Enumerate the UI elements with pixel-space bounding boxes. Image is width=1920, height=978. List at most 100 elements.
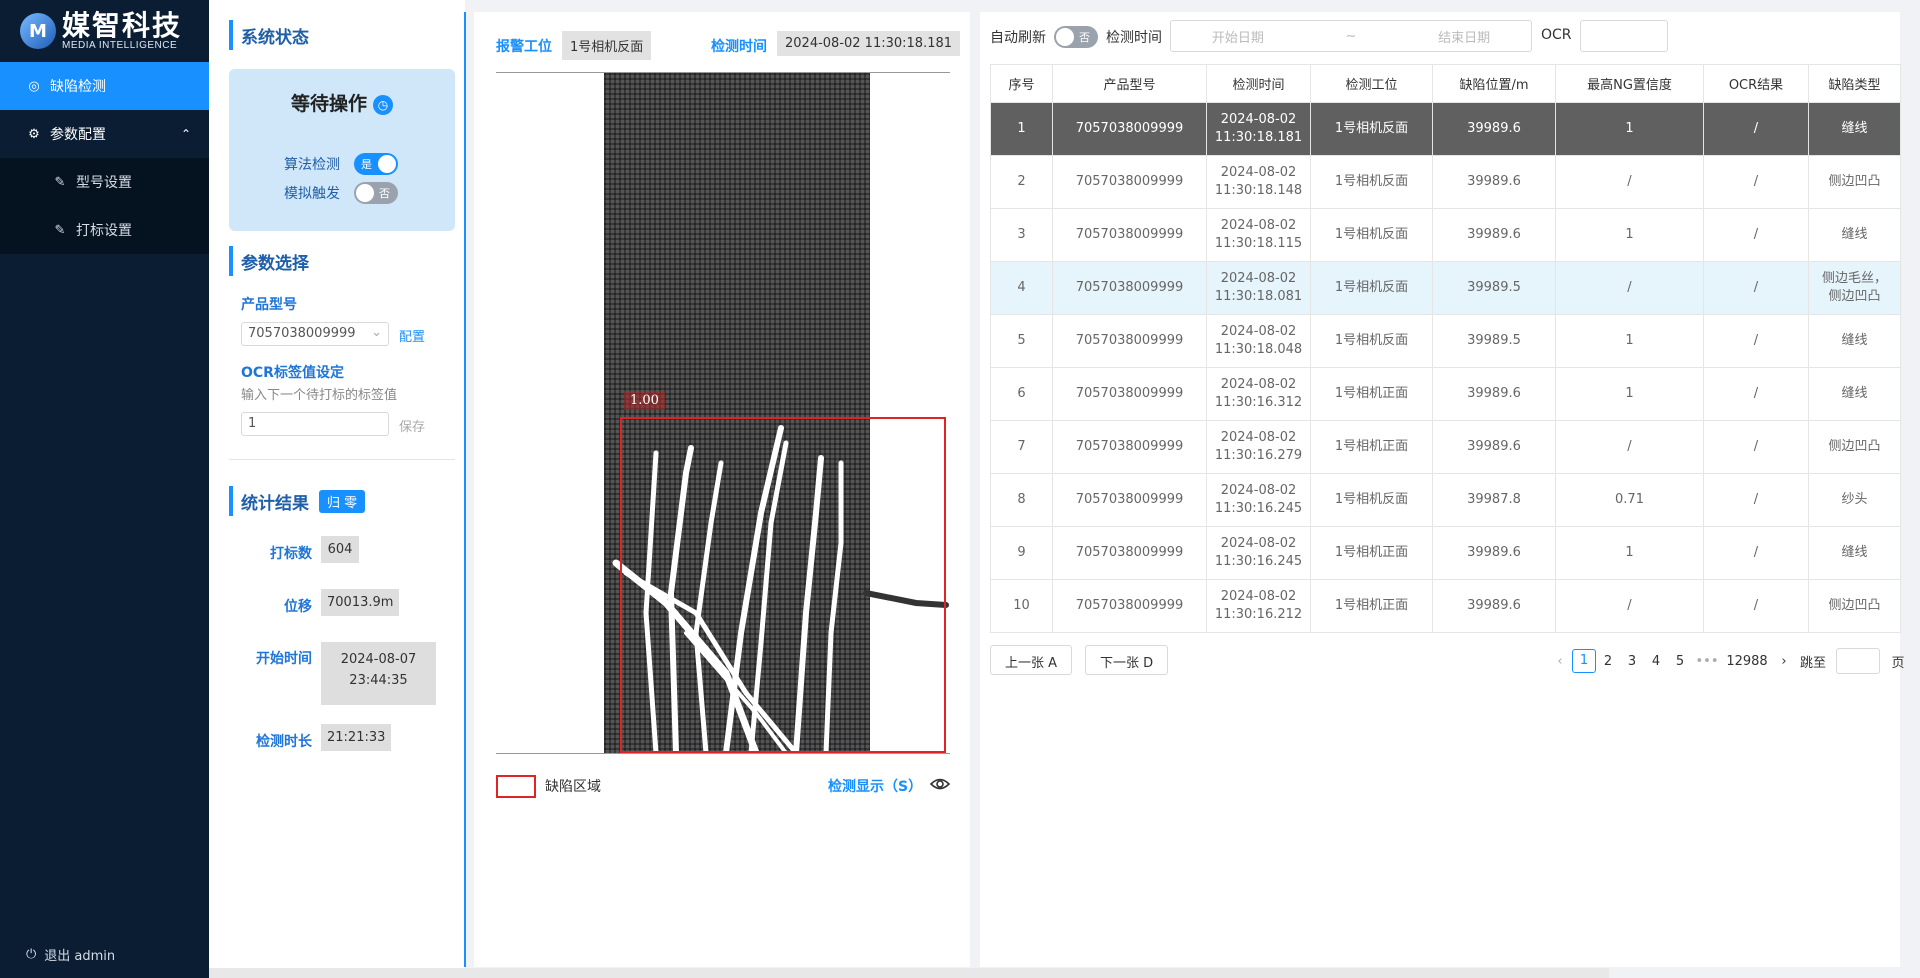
cell-text: 9 [1017, 545, 1026, 560]
table-cell: 10 [990, 579, 1053, 633]
cell-text: 39987.8 [1467, 492, 1521, 507]
table-row[interactable]: 6 7057038009999 2024-08-02 11:30:16.312 1号相机… [990, 367, 1901, 421]
page-number[interactable]: 3 [1620, 654, 1644, 669]
column-header[interactable]: 最高NG置信度 [1555, 64, 1704, 103]
start-date-input[interactable]: 开始日期 [1212, 27, 1264, 46]
cell-text: 8 [1017, 492, 1026, 507]
table-row[interactable]: 10 7057038009999 2024-08-02 11:30:16.212 1号相… [990, 579, 1901, 633]
sim-switch[interactable]: 否 [354, 182, 398, 204]
table-row[interactable]: 7 7057038009999 2024-08-02 11:30:16.279 1号相机… [990, 420, 1901, 474]
chevron-down-icon: ⌄ [371, 325, 382, 340]
column-header[interactable]: 缺陷类型 [1808, 64, 1901, 103]
page-number[interactable]: 2 [1596, 654, 1620, 669]
column-header[interactable]: 缺陷位置/m [1432, 64, 1556, 103]
sidebar-item-model-settings[interactable]: ✎ 型号设置 [0, 158, 209, 206]
table-cell: 39989.5 [1432, 314, 1556, 368]
cell-text: 39989.5 [1467, 333, 1521, 348]
column-header[interactable]: 检测时间 [1206, 64, 1311, 103]
cell-text: 7057038009999 [1075, 439, 1184, 454]
column-header[interactable]: 产品型号 [1052, 64, 1207, 103]
table-cell: 缝线 [1808, 208, 1901, 262]
table-cell: 39989.6 [1432, 526, 1556, 580]
cell-text: 3 [1017, 227, 1026, 242]
config-link[interactable]: 配置 [399, 326, 425, 345]
section-system-status: 系统状态 [229, 20, 309, 50]
mark-count-value: 604 [321, 536, 359, 563]
jump-page-input[interactable] [1836, 648, 1880, 674]
ocr-filter-input[interactable] [1580, 20, 1668, 52]
cell-text: / [1753, 386, 1759, 401]
table-row[interactable]: 1 7057038009999 2024-08-02 11:30:18.181 1号相机… [990, 102, 1901, 156]
cell-text: 10 [1013, 598, 1030, 613]
table-row[interactable]: 5 7057038009999 2024-08-02 11:30:18.048 1号相机… [990, 314, 1901, 368]
table-cell: 9 [990, 526, 1053, 580]
date-range-picker[interactable]: 开始日期 ~ 结束日期 [1170, 20, 1532, 52]
page-number[interactable]: 4 [1644, 654, 1668, 669]
horizontal-scrollbar[interactable] [209, 968, 1609, 978]
ocr-input[interactable]: 1 [241, 412, 389, 436]
algo-switch[interactable]: 是 [354, 153, 398, 175]
cell-text: 2024-08-02 [1220, 218, 1297, 233]
algo-switch-text: 是 [361, 158, 372, 171]
table-row[interactable]: 4 7057038009999 2024-08-02 11:30:18.081 1号相机… [990, 261, 1901, 315]
start-time: 23:44:35 [349, 673, 408, 688]
table-cell: 2024-08-02 11:30:18.048 [1206, 314, 1311, 368]
table-cell: 39989.5 [1432, 261, 1556, 315]
column-header[interactable]: 检测工位 [1310, 64, 1433, 103]
product-select[interactable]: 7057038009999 ⌄ [241, 322, 389, 346]
sidebar-item-param-config[interactable]: ⚙ 参数配置 ⌃ [0, 110, 209, 158]
cell-text: 1号相机反面 [1334, 121, 1409, 136]
prev-image-button[interactable]: 上一张 A [990, 645, 1073, 675]
end-date-input[interactable]: 结束日期 [1438, 27, 1490, 46]
expand-icon[interactable]: ⛶ [918, 725, 938, 745]
sidebar-item-defect-detection[interactable]: ◎ 缺陷检测 [0, 62, 209, 110]
page-number[interactable]: 5 [1668, 654, 1692, 669]
page-number-last[interactable]: 12988 [1722, 654, 1772, 669]
cell-text: 2024-08-02 [1220, 324, 1297, 339]
cell-text: 7057038009999 [1075, 174, 1184, 189]
table-row[interactable]: 8 7057038009999 2024-08-02 11:30:16.245 1号相机… [990, 473, 1901, 527]
cell-text: 侧边凹凸 [1828, 174, 1881, 189]
detect-display-link[interactable]: 检测显示（S） [828, 776, 922, 796]
sidebar: M 媒智科技 MEDIA INTELLIGENCE ◎ 缺陷检测 ⚙ 参数配置 … [0, 0, 209, 978]
next-page-icon[interactable]: › [1772, 654, 1796, 669]
table-row[interactable]: 3 7057038009999 2024-08-02 11:30:18.115 1号相机… [990, 208, 1901, 262]
cell-text: 39989.6 [1467, 386, 1521, 401]
cell-text: 11:30:16.312 [1214, 395, 1303, 410]
cell-text: 1 [1625, 545, 1634, 560]
table-cell: 6 [990, 367, 1053, 421]
column-header[interactable]: 序号 [990, 64, 1053, 103]
table-row[interactable]: 2 7057038009999 2024-08-02 11:30:18.148 1号相机… [990, 155, 1901, 209]
sidebar-item-marking-settings[interactable]: ✎ 打标设置 [0, 206, 209, 254]
range-separator: ~ [1345, 28, 1357, 44]
save-link[interactable]: 保存 [399, 416, 425, 435]
table-cell: 1号相机正面 [1310, 367, 1433, 421]
cell-text: 39989.6 [1467, 545, 1521, 560]
logout-icon: ⏻ [26, 947, 37, 962]
logout-button[interactable]: ⏻ 退出 admin [26, 945, 115, 964]
sidebar-item-label: 参数配置 [50, 127, 106, 143]
table-cell: 2024-08-02 11:30:18.115 [1206, 208, 1311, 262]
page-number[interactable]: 1 [1572, 649, 1596, 673]
table-cell: 7057038009999 [1052, 102, 1207, 156]
cell-text: 1号相机正面 [1334, 598, 1409, 613]
cell-text: 缝线 [1841, 545, 1868, 560]
cell-text: 39989.6 [1467, 439, 1521, 454]
cell-text: 纱头 [1841, 492, 1868, 507]
table-cell: / [1703, 208, 1809, 262]
page-ellipsis[interactable]: ••• [1692, 654, 1722, 669]
detect-time-value: 2024-08-02 11:30:18.181 [777, 31, 961, 56]
table-cell: / [1555, 420, 1704, 474]
logo-mark: M [20, 13, 56, 49]
table-cell: / [1703, 155, 1809, 209]
eye-icon[interactable] [930, 774, 950, 794]
reset-button[interactable]: 归 零 [319, 489, 366, 513]
offset-label: 位移 [284, 599, 312, 615]
table-cell: 7 [990, 420, 1053, 474]
auto-refresh-switch[interactable]: 否 [1054, 26, 1098, 48]
table-row[interactable]: 9 7057038009999 2024-08-02 11:30:16.245 1号相机… [990, 526, 1901, 580]
product-value: 7057038009999 [248, 326, 356, 341]
column-header[interactable]: OCR结果 [1703, 64, 1809, 103]
prev-page-icon[interactable]: ‹ [1548, 654, 1572, 669]
next-image-button[interactable]: 下一张 D [1085, 645, 1169, 675]
